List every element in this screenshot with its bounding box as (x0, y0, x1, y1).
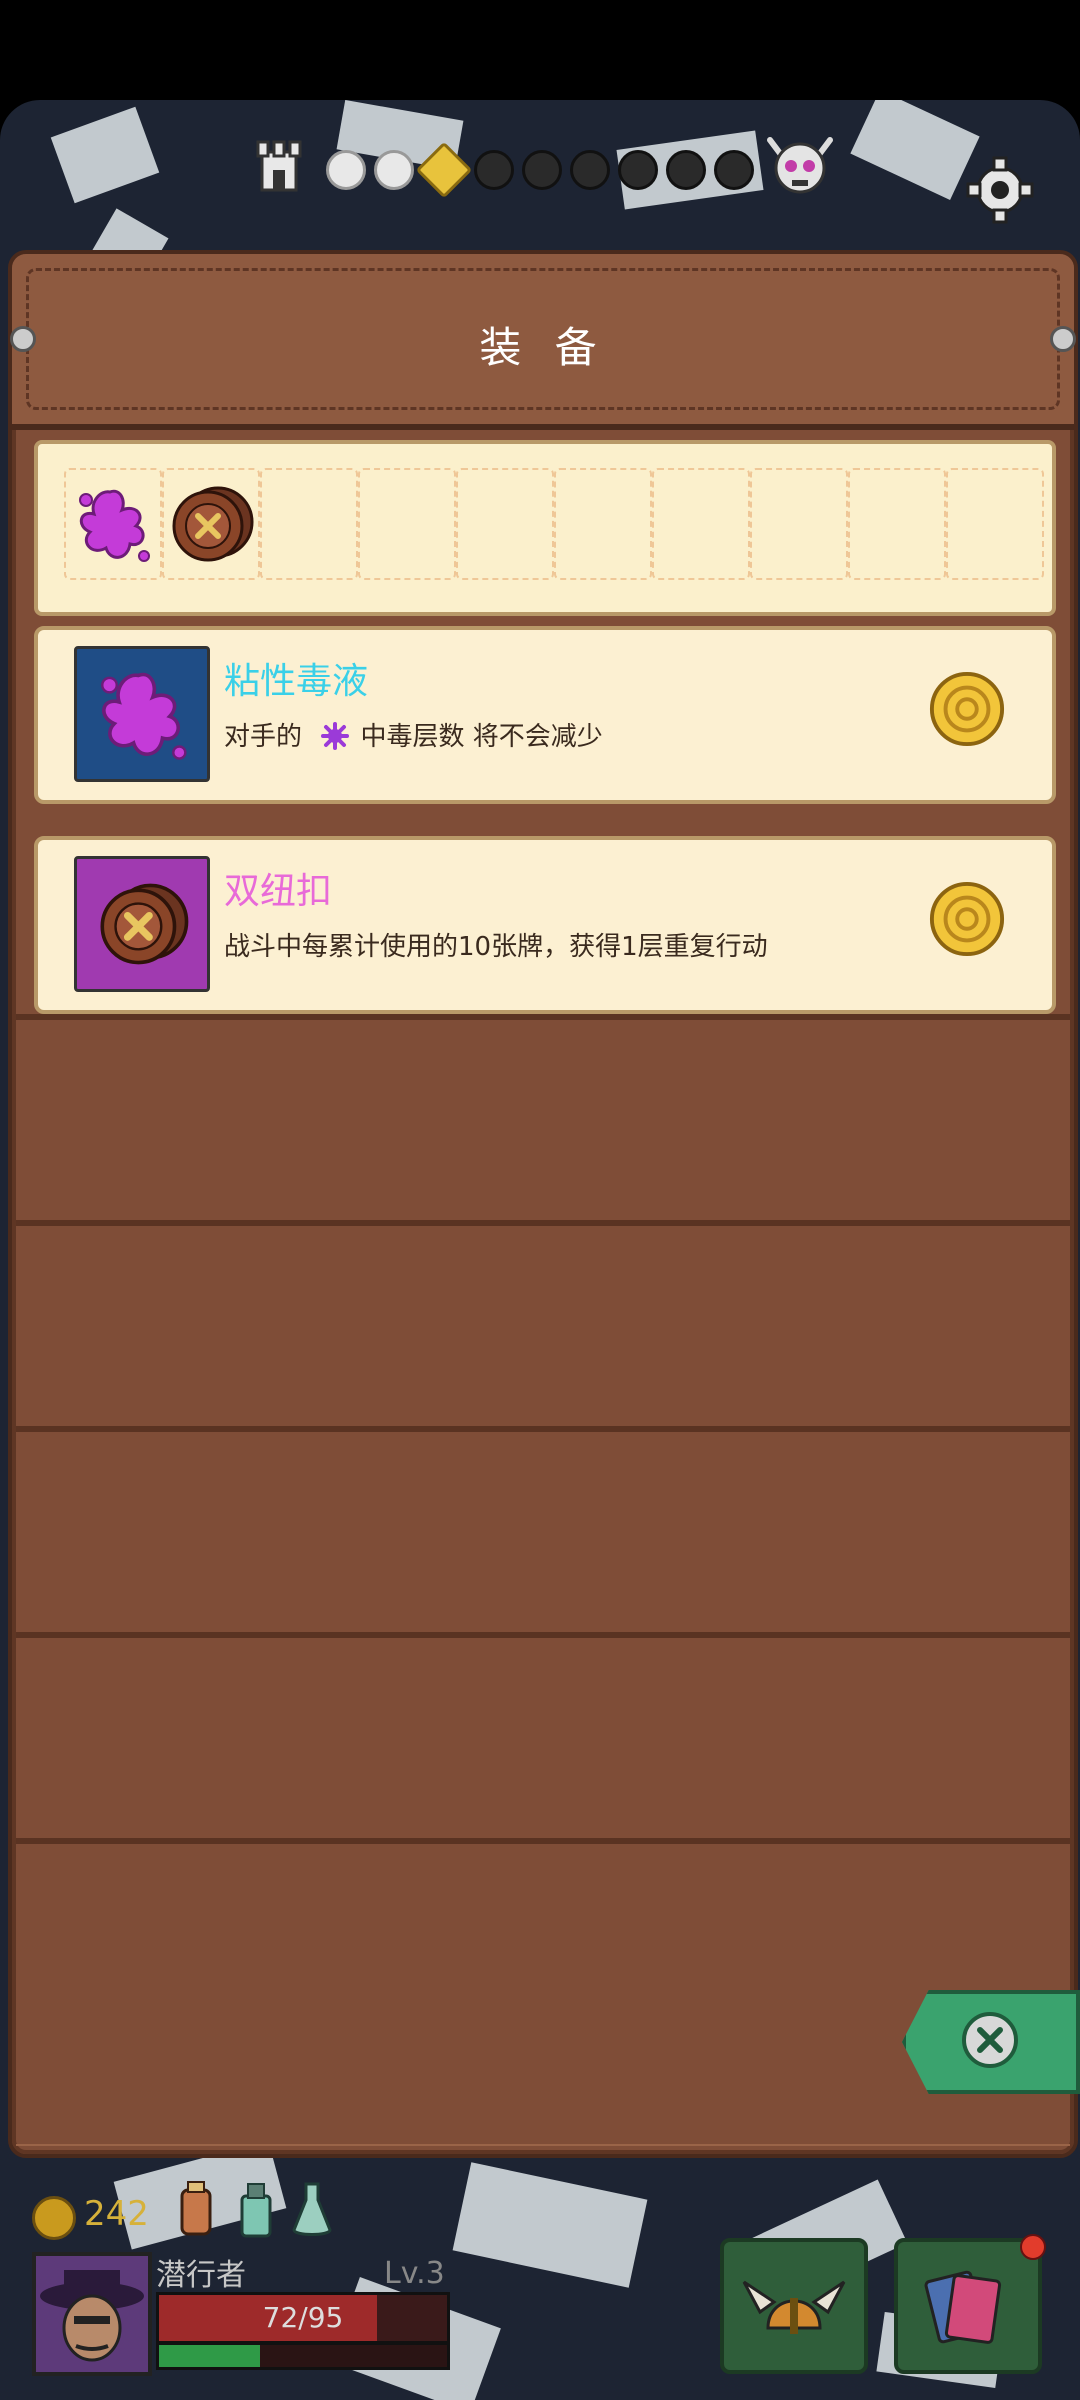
map-node-upcoming (618, 150, 658, 190)
hero-avatar[interactable] (32, 2252, 152, 2376)
gold-icon (32, 2196, 76, 2240)
empty-shelf (16, 1220, 1070, 1428)
gold-coin-icon (929, 881, 1005, 957)
hero-level: Lv.3 (384, 2256, 445, 2291)
close-icon (962, 2012, 1018, 2068)
close-button[interactable] (902, 1990, 1080, 2094)
boss-skull-icon (767, 137, 833, 194)
xp-fill (159, 2345, 260, 2367)
bottom-hud: 242 潜行者 Lv.3 72/95 (0, 2160, 1080, 2400)
map-node-completed (326, 150, 366, 190)
equipment-slot-8[interactable] (750, 468, 848, 580)
flask-potion-icon[interactable] (290, 2180, 334, 2240)
equipment-slot-1[interactable] (64, 468, 162, 580)
empty-shelf (16, 1632, 1070, 1840)
map-node-upcoming (666, 150, 706, 190)
item-name: 双纽扣 (224, 871, 333, 912)
cards-icon (924, 2270, 1002, 2344)
item-desc-prefix: 对手的 (224, 722, 303, 752)
item-desc-suffix: 中毒层数 将不会减少 (360, 722, 603, 752)
map-node-upcoming (474, 150, 514, 190)
castle-icon (256, 140, 302, 192)
xp-bar (156, 2342, 450, 2370)
panel-header: 装 备 (10, 254, 1076, 430)
map-progress-bar (250, 130, 850, 210)
map-node-current (415, 141, 473, 199)
item-description: 对手的 中毒层数 将不会减少 (224, 716, 603, 753)
scroll-potion-icon[interactable] (174, 2180, 218, 2240)
equipment-slot-5[interactable] (456, 468, 554, 580)
equipment-slot-9[interactable] (848, 468, 946, 580)
slime-icon (101, 672, 187, 760)
equipment-slots (34, 440, 1056, 616)
slime-icon (79, 489, 150, 562)
poison-icon (321, 722, 350, 750)
button-icon (172, 486, 254, 562)
hp-bar: 72/95 (156, 2292, 450, 2344)
rogue-portrait-icon (36, 2256, 148, 2372)
equipment-slot-4[interactable] (358, 468, 456, 580)
equipment-slot-7[interactable] (652, 468, 750, 580)
gold-amount: 242 (84, 2194, 149, 2234)
equipment-slot-2[interactable] (162, 468, 260, 580)
map-node-upcoming (714, 150, 754, 190)
item-row-double-button[interactable]: 双纽扣 战斗中每累计使用的10张牌，获得1层重复行动 (34, 836, 1056, 1014)
item-row-sticky-venom[interactable]: 粘性毒液 对手的 中毒层数 将不会减少 (34, 626, 1056, 804)
item-icon-frame (74, 646, 210, 782)
equipment-menu-button[interactable] (720, 2238, 868, 2374)
winged-helmet-icon (742, 2280, 846, 2334)
equipment-slot-10[interactable] (946, 468, 1044, 580)
map-node-upcoming (570, 150, 610, 190)
item-icon-frame (74, 856, 210, 992)
panel-title: 装 备 (479, 323, 607, 372)
equipment-slot-3[interactable] (260, 468, 358, 580)
green-potion-icon[interactable] (234, 2180, 278, 2240)
hp-text: 72/95 (262, 2301, 344, 2334)
map-node-completed (374, 150, 414, 190)
item-description: 战斗中每累计使用的10张牌，获得1层重复行动 (224, 932, 768, 962)
item-name: 粘性毒液 (224, 661, 369, 702)
deck-button[interactable] (894, 2234, 1046, 2374)
map-node-upcoming (522, 150, 562, 190)
button-icon (100, 883, 189, 965)
equipment-panel: 装 备 粘性毒液 对手的 中毒层数 将不会减少 双纽扣 战斗中每累计使用的10张… (8, 250, 1078, 2158)
notification-dot (1020, 2234, 1046, 2260)
empty-shelf (16, 1426, 1070, 1634)
gold-coin-icon (929, 671, 1005, 747)
hero-name: 潜行者 (156, 2258, 246, 2293)
equipment-slot-6[interactable] (554, 468, 652, 580)
empty-shelf (16, 1838, 1070, 2146)
settings-gear-icon[interactable] (960, 150, 1040, 230)
empty-shelf (16, 1014, 1070, 1222)
